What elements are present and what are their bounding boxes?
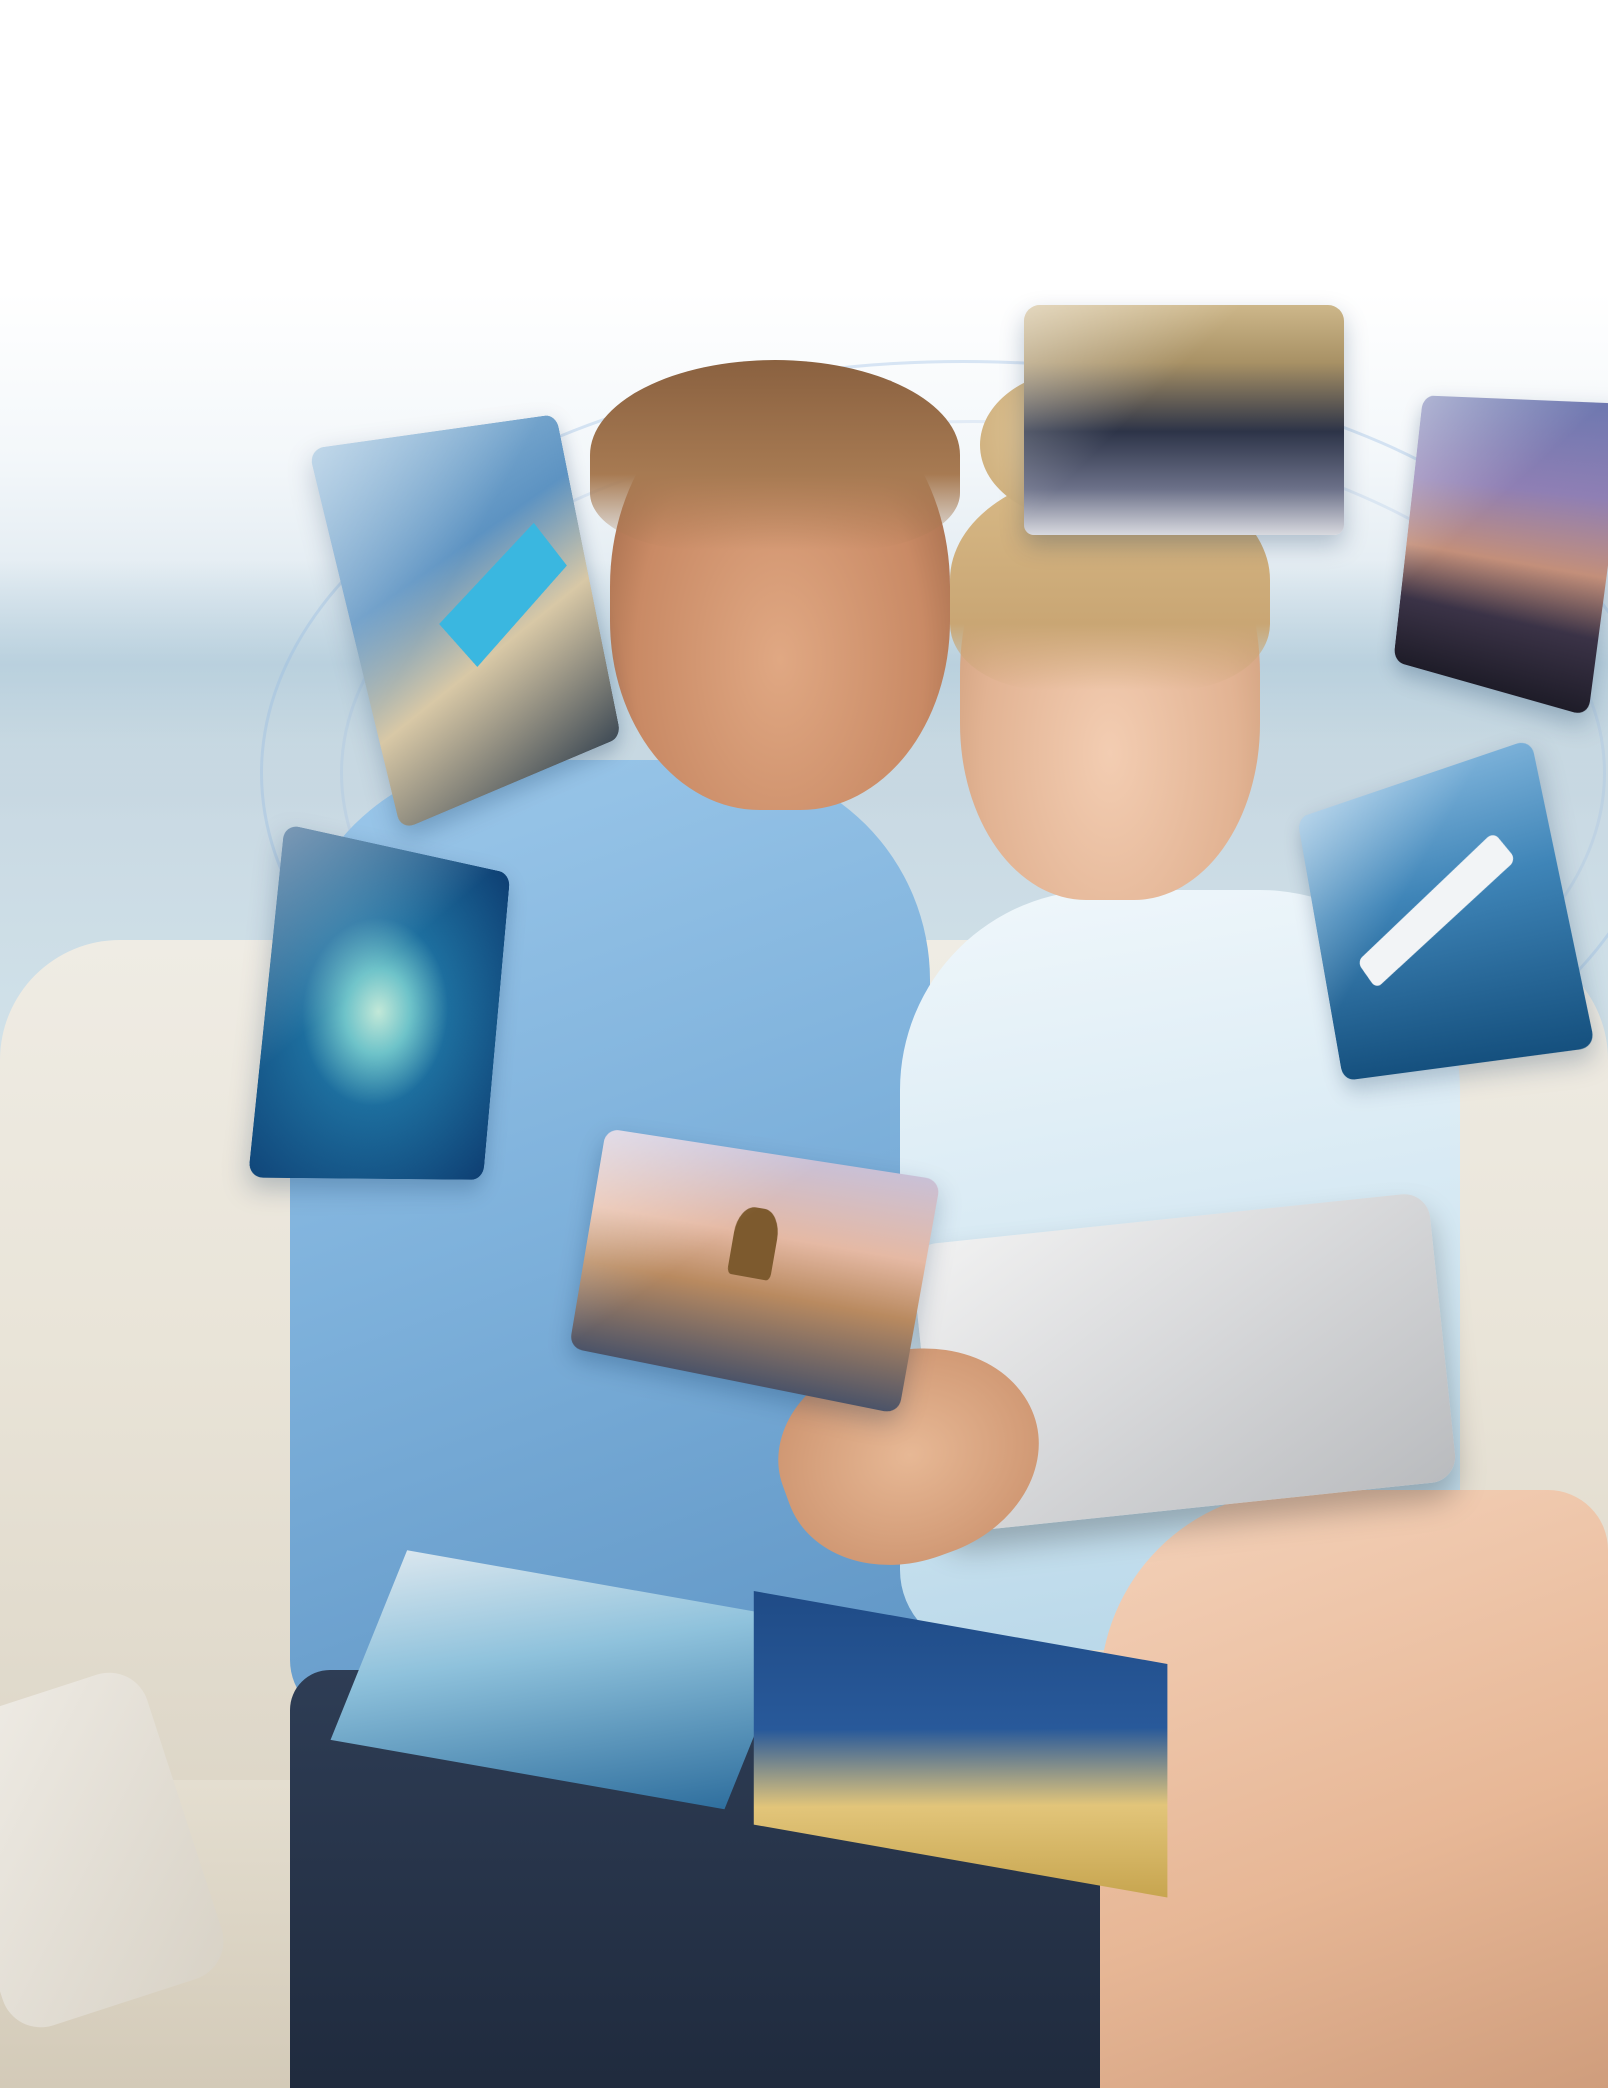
church-dome-shape bbox=[726, 1204, 782, 1282]
island-photo-tile bbox=[248, 823, 511, 1180]
pool-shape bbox=[439, 522, 567, 667]
woman-legs bbox=[1100, 1490, 1608, 2088]
city-skyline-photo-tile bbox=[1393, 395, 1608, 717]
photo-scene bbox=[0, 0, 1608, 2088]
brochure-left-page bbox=[330, 1550, 802, 1810]
cabin-photo-tile bbox=[1024, 305, 1344, 535]
ship-shape bbox=[1357, 831, 1517, 989]
